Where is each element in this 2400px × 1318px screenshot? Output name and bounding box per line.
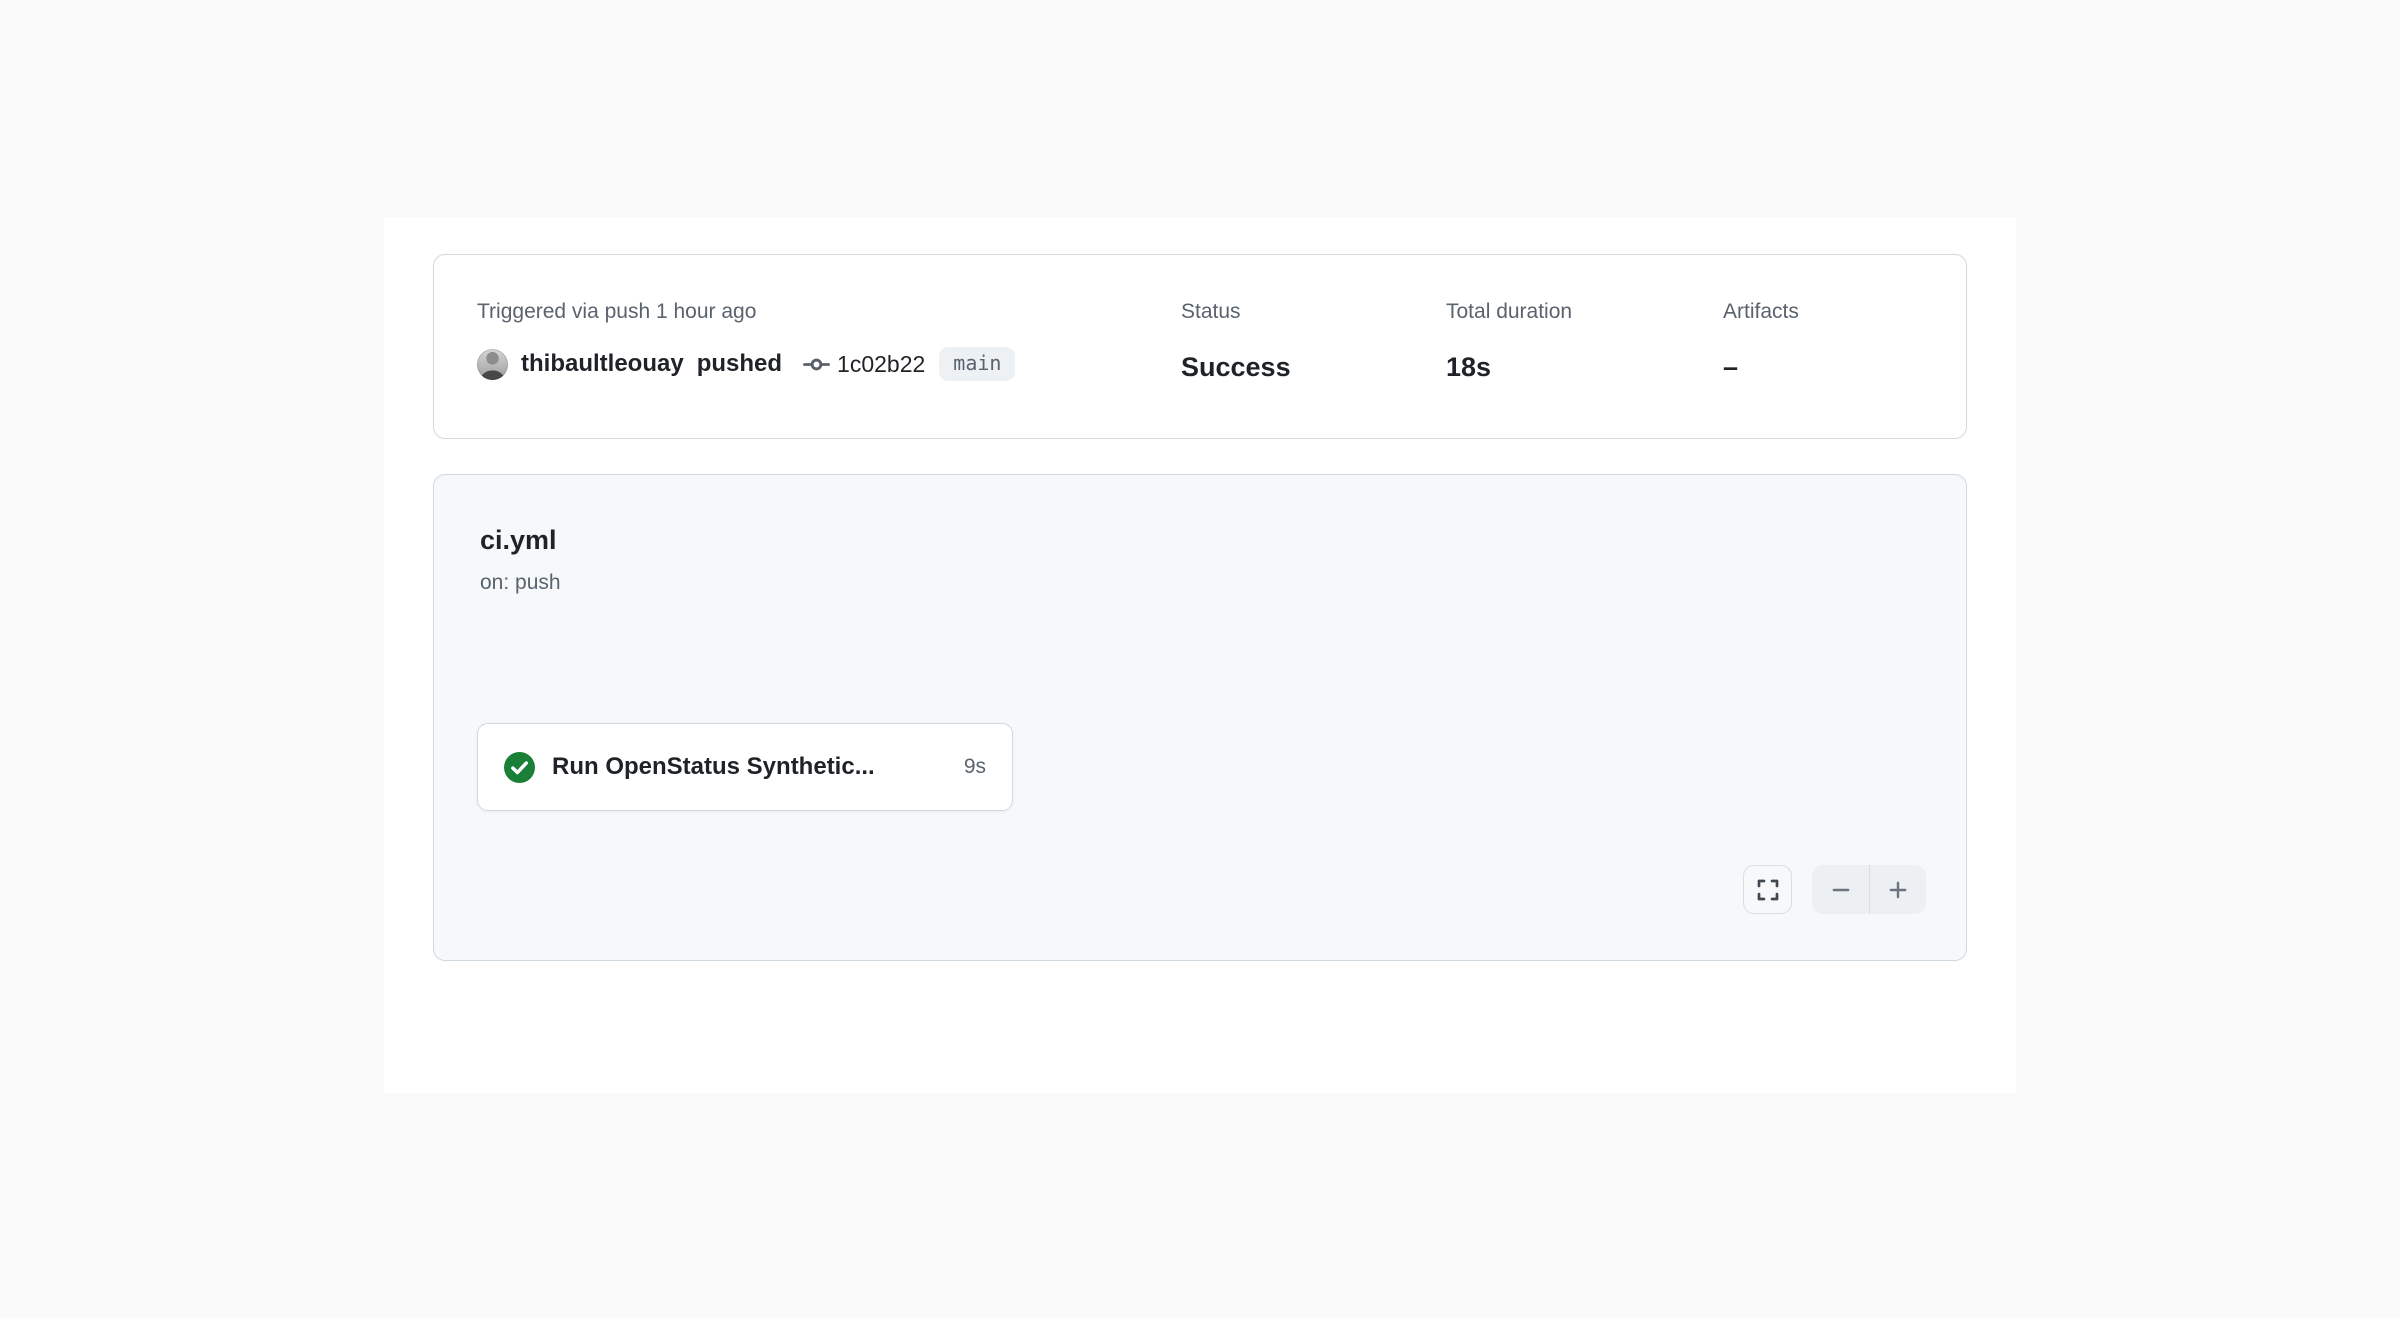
status-label: Status xyxy=(1181,299,1291,325)
run-summary-card: Triggered via push 1 hour ago thibaultle… xyxy=(433,254,1967,439)
branch-badge[interactable]: main xyxy=(939,347,1015,381)
screen-full-icon xyxy=(1756,878,1780,902)
avatar[interactable] xyxy=(477,349,508,380)
duration-label: Total duration xyxy=(1446,299,1572,325)
artifacts-label: Artifacts xyxy=(1723,299,1799,325)
artifacts-column: Artifacts – xyxy=(1723,299,1799,384)
trigger-column: Triggered via push 1 hour ago thibaultle… xyxy=(477,299,1015,385)
zoom-in-button[interactable] xyxy=(1869,865,1926,914)
zoom-control-group xyxy=(1812,865,1926,914)
minus-icon xyxy=(1828,877,1854,903)
status-value: Success xyxy=(1181,350,1291,384)
git-commit-icon xyxy=(803,351,830,378)
actor-name: thibaultleouay xyxy=(521,350,684,378)
success-check-icon xyxy=(504,752,535,783)
job-duration: 9s xyxy=(964,755,986,779)
workflow-trigger: on: push xyxy=(480,569,561,596)
duration-value: 18s xyxy=(1446,350,1572,384)
duration-column: Total duration 18s xyxy=(1446,299,1572,384)
plus-icon xyxy=(1885,877,1911,903)
fullscreen-button[interactable] xyxy=(1743,865,1792,914)
commit-row: thibaultleouay pushed 1c02b22 main xyxy=(477,343,1015,385)
graph-controls xyxy=(1743,865,1926,914)
content-area: Triggered via push 1 hour ago thibaultle… xyxy=(384,217,2016,1093)
job-name: Run OpenStatus Synthetic... xyxy=(552,753,875,781)
triggered-label: Triggered via push 1 hour ago xyxy=(477,299,1015,325)
zoom-out-button[interactable] xyxy=(1812,865,1869,914)
commit-sha-link[interactable]: 1c02b22 xyxy=(837,351,925,378)
push-action-label: pushed xyxy=(697,350,782,378)
workflow-graph-panel: ci.yml on: push Run OpenStatus Synthetic… xyxy=(433,474,1967,961)
status-column: Status Success xyxy=(1181,299,1291,384)
artifacts-value: – xyxy=(1723,350,1799,384)
job-node[interactable]: Run OpenStatus Synthetic... 9s xyxy=(477,723,1013,811)
workflow-file-name: ci.yml xyxy=(480,523,557,557)
